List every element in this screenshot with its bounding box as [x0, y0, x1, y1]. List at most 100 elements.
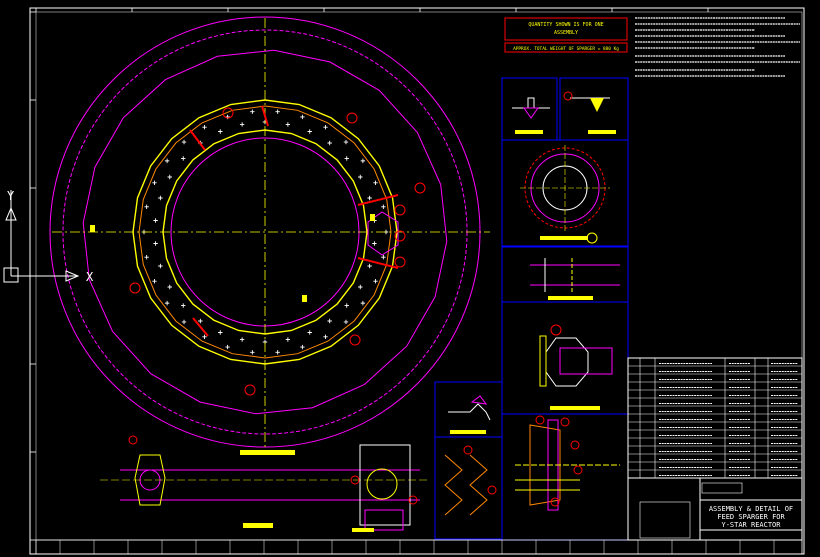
sparger-hole-mark: [144, 204, 149, 210]
sparger-hole-mark: [167, 284, 172, 290]
sparger-hole-mark: [327, 140, 332, 146]
sparger-hole-mark: [167, 174, 172, 180]
callout-bubble: [346, 112, 358, 124]
sparger-hole-mark: [164, 158, 170, 164]
plan-callouts: [90, 107, 426, 396]
callout-bubble: [244, 384, 256, 396]
sparger-hole-mark: [323, 334, 328, 339]
detail-box-support-b: [434, 436, 503, 540]
cad-drawing-canvas: Y X QUANTITY SHOWN IS FOR ONE ASSEMBLY A…: [3, 7, 805, 555]
sparger-hole-mark: [239, 337, 245, 342]
nozzle-cut-top: [357, 194, 399, 206]
sparger-hole-mark: [360, 158, 366, 164]
sparger-hole-mark: [239, 122, 245, 127]
sparger-hole-mark: [275, 109, 280, 114]
marker-tag: [90, 225, 95, 232]
title-block: ASSEMBLY & DETAIL OF FEED SPARGER FOR Y-…: [627, 477, 803, 541]
weight-note: APPROX. TOTAL WEIGHT OF SPARGER = 880 Kg: [513, 46, 619, 52]
sparger-hole-mark: [158, 195, 163, 201]
ucs-icon: Y X: [3, 189, 94, 284]
sparger-hole-mark: [158, 263, 163, 269]
sparger-hole-mark: [360, 300, 366, 306]
detail-lug-view: [530, 258, 620, 300]
title-line-1: ASSEMBLY & DETAIL OF: [709, 505, 793, 513]
detail-flange-view: [520, 145, 610, 244]
banner-line-1: QUANTITY SHOWN IS FOR ONE: [528, 22, 603, 28]
detail-weld-views: [512, 91, 616, 134]
sparger-hole-mark: [373, 279, 378, 284]
detail-box-pipe: [501, 413, 629, 541]
sparger-hole-mark: [285, 122, 291, 127]
sparger-hole-mark: [202, 125, 207, 130]
nozzle-cut-bottom: [357, 257, 399, 269]
detail-box-nozzle: [501, 301, 629, 415]
sparger-hole-mark: [344, 156, 349, 161]
detail-nozzle-view: [539, 324, 613, 410]
sparger-hole-mark: [218, 330, 223, 335]
sparger-hole-mark: [285, 337, 291, 342]
sparger-hole-mark: [307, 129, 312, 134]
sparger-hole-mark: [250, 350, 255, 355]
sparger-hole-mark: [250, 109, 255, 114]
sparger-hole-mark: [343, 139, 349, 145]
sparger-hole-mark: [275, 350, 280, 355]
marker-tag: [302, 295, 307, 302]
plan-title-bar: [240, 450, 295, 455]
strip-frame: [35, 539, 803, 555]
sparger-hole-mark: [202, 334, 207, 339]
detail-box-support-a: [434, 381, 503, 438]
sparger-hole-mark: [344, 303, 349, 308]
sparger-hole-mark: [343, 319, 349, 325]
detail-box-lug: [501, 246, 629, 303]
ucs-y-label: Y: [7, 189, 15, 203]
callout-bubble: [414, 182, 426, 194]
banner-line-2: ASSEMBLY: [554, 30, 578, 36]
sparger-hole-mark: [198, 318, 203, 324]
quantity-banner: QUANTITY SHOWN IS FOR ONE ASSEMBLY APPRO…: [504, 17, 628, 53]
title-line-2: FEED SPARGER FOR: [717, 513, 785, 521]
section-cut-topleft: [189, 129, 206, 151]
border-ticks: [30, 8, 709, 541]
detail-support-views: [444, 395, 497, 516]
sparger-hole-mark: [372, 241, 377, 246]
marker-tag: [370, 214, 375, 221]
drawing-inner-border: [35, 11, 803, 541]
sparger-hole-mark: [225, 344, 230, 350]
sparger-hole-mark: [152, 279, 157, 284]
title-line-3: Y-STAR REACTOR: [721, 521, 781, 529]
sparger-hole-mark: [218, 129, 223, 134]
sparger-hole-mark: [181, 139, 187, 145]
callout-bubble: [349, 334, 361, 346]
sparger-hole-mark: [327, 318, 332, 324]
detail-pipe-view: [515, 415, 620, 511]
sparger-hole-mark: [381, 254, 386, 260]
sparger-hole-mark: [300, 344, 305, 350]
sparger-hole-mark: [373, 180, 378, 185]
callout-bubble: [129, 282, 141, 294]
callout-bubble: [394, 204, 406, 216]
sparger-hole-mark: [381, 204, 386, 210]
sparger-hole-mark: [144, 254, 149, 260]
revision-strip: [35, 539, 803, 555]
sparger-hole-mark: [152, 180, 157, 185]
sparger-hole-mark: [164, 300, 170, 306]
sparger-hole-mark: [153, 218, 158, 223]
sparger-hole-mark: [300, 114, 305, 120]
bom-frame: [627, 357, 803, 479]
bill-of-materials-table: [627, 357, 803, 479]
detail-boxes: [434, 77, 629, 541]
sparger-hole-mark: [358, 174, 363, 180]
callout-bubble: [394, 256, 406, 268]
ucs-x-label: X: [86, 270, 94, 284]
sparger-plan-view: [49, 16, 490, 455]
sparger-hole-mark: [367, 195, 372, 201]
sparger-hole-mark: [367, 263, 372, 269]
sparger-hole-mark: [307, 330, 312, 335]
sparger-hole-mark: [358, 284, 363, 290]
sparger-hole-mark: [323, 125, 328, 130]
sparger-hole-mark: [153, 241, 158, 246]
sparger-hole-mark: [181, 303, 186, 308]
general-notes: [635, 17, 800, 77]
sparger-hole-mark: [181, 319, 187, 325]
drawing-border: [29, 7, 805, 555]
